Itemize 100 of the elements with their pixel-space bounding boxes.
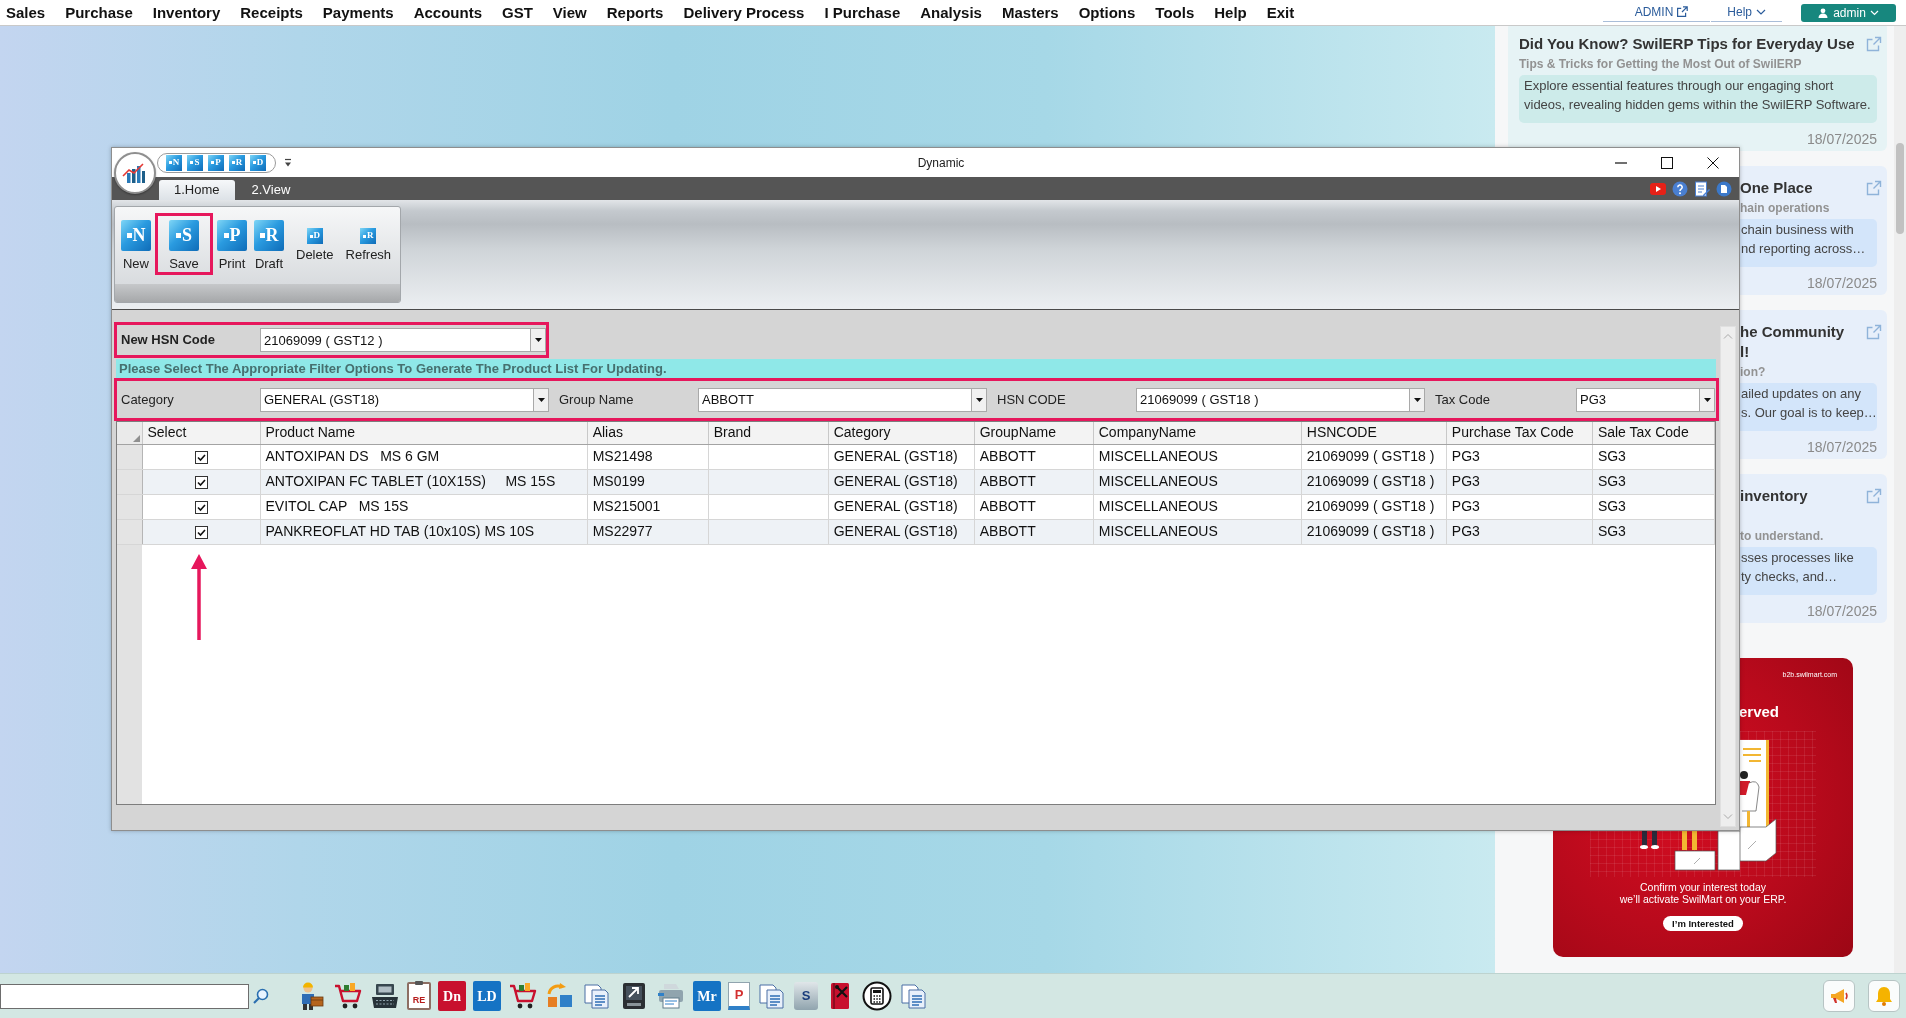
news-subtitle: hain operations — [1740, 200, 1830, 217]
menu-item[interactable]: Payments — [312, 2, 404, 23]
news-card[interactable] — [1508, 26, 1887, 151]
search-icon[interactable] — [253, 988, 269, 1004]
clipboard-icon[interactable]: RE — [407, 982, 431, 1010]
search-field[interactable] — [0, 983, 249, 1009]
column-header[interactable]: HSNCODE — [1301, 422, 1447, 444]
column-header[interactable]: Select — [142, 422, 261, 444]
table-cell: PG3 — [1446, 494, 1593, 519]
tab[interactable]: 2.View — [236, 180, 306, 200]
menu-item[interactable]: Options — [1068, 2, 1146, 23]
field-label: Group Name — [559, 390, 634, 409]
scroll-thumb[interactable] — [1896, 143, 1904, 234]
ribbon-button[interactable]: R Refresh — [342, 213, 395, 266]
ribbon-button[interactable]: R Draft — [251, 213, 287, 275]
menu-item[interactable]: Inventory — [142, 2, 231, 23]
scrollbar[interactable] — [1894, 26, 1906, 973]
documents-icon[interactable] — [899, 981, 929, 1011]
menu-item[interactable]: I Purchase — [814, 2, 911, 23]
customize-icon[interactable] — [284, 157, 292, 168]
menu-item[interactable]: Analysis — [910, 2, 992, 23]
dropdown-button[interactable] — [1699, 387, 1715, 412]
letter-tile-icon[interactable]: LD — [473, 981, 501, 1011]
table-cell: ABBOTT — [974, 494, 1094, 519]
help-icon[interactable] — [1672, 180, 1688, 197]
menu-item[interactable]: Exit — [1256, 2, 1305, 23]
news-date: 18/07/2025 — [1806, 131, 1877, 147]
news-date: 18/07/2025 — [1806, 439, 1877, 455]
table-cell: SG3 — [1592, 494, 1715, 519]
menu-item[interactable]: GST — [492, 2, 543, 23]
tab[interactable]: 1.Home — [159, 180, 235, 200]
news-subtitle: Tips & Tricks for Getting the Most Out of SwilERP — [1519, 56, 1802, 73]
table-cell: SG3 — [1592, 469, 1715, 494]
menu-item[interactable]: Sales — [0, 2, 56, 23]
letter-tile-icon[interactable]: Dn — [438, 981, 466, 1011]
letter-tile-icon[interactable]: Mr — [693, 981, 721, 1011]
column-header[interactable]: Alias — [587, 422, 709, 444]
dropdown-button[interactable] — [530, 328, 546, 352]
menu-item[interactable]: Help — [1204, 2, 1257, 23]
combo-field[interactable]: ABBOTT — [698, 387, 971, 412]
interested-button[interactable]: I’m Interested — [1663, 916, 1743, 931]
dropdown-button[interactable] — [533, 387, 549, 412]
menu-item[interactable]: Delivery Process — [673, 2, 815, 23]
calculator-icon[interactable] — [862, 981, 892, 1011]
play-icon[interactable] — [1650, 180, 1666, 197]
documents-icon[interactable] — [582, 981, 612, 1011]
ribbon-button[interactable]: D Delete — [293, 213, 337, 266]
table-cell: MS0199 — [587, 469, 709, 494]
documents-icon[interactable] — [757, 981, 787, 1011]
stack-icon[interactable]: S — [794, 982, 818, 1010]
cart-icon[interactable] — [333, 981, 363, 1011]
menu-item[interactable]: Purchase — [55, 2, 143, 23]
corner-cell[interactable] — [117, 422, 142, 444]
column-header[interactable]: Purchase Tax Code — [1446, 422, 1593, 444]
column-header[interactable]: Brand — [708, 422, 829, 444]
menu-item[interactable]: Masters — [991, 2, 1069, 23]
column-header[interactable]: Product Name — [260, 422, 588, 444]
promo-text: Confirm your interest today — [1639, 881, 1767, 893]
letter-tile-icon: P — [217, 220, 247, 251]
column-header[interactable]: CompanyName — [1093, 422, 1302, 444]
help-link[interactable]: Help — [1711, 3, 1782, 22]
table-cell: ABBOTT — [974, 469, 1094, 494]
ribbon-button[interactable]: S Save — [155, 213, 213, 275]
combo-field[interactable]: 21069099 ( GST12 ) — [260, 328, 530, 352]
combo-field[interactable]: 21069099 ( GST18 ) — [1136, 387, 1409, 412]
field-label: Tax Code — [1435, 390, 1490, 409]
table-cell: PG3 — [1446, 469, 1593, 494]
page-icon[interactable] — [1716, 180, 1732, 197]
cart-icon[interactable] — [508, 981, 538, 1011]
dropdown-button[interactable] — [971, 387, 987, 412]
document-icon[interactable]: P — [728, 982, 750, 1010]
dropdown-button[interactable] — [1409, 387, 1425, 412]
ribbon-button[interactable]: N New — [118, 213, 154, 275]
column-header[interactable]: GroupName — [974, 422, 1094, 444]
ribbon-button[interactable]: P Print — [214, 213, 250, 275]
register-icon[interactable] — [370, 981, 400, 1011]
select-checkbox[interactable] — [194, 500, 208, 514]
select-checkbox[interactable] — [194, 525, 208, 539]
table-cell: MS215001 — [587, 494, 709, 519]
table-cell: MS21498 — [587, 444, 709, 469]
menu-item[interactable]: Reports — [596, 2, 674, 23]
news-description: ailed updates on any — [1741, 385, 1861, 403]
printer-icon[interactable] — [656, 981, 686, 1011]
maximize-icon — [1661, 156, 1673, 169]
table-cell: GENERAL (GST18) — [828, 519, 975, 544]
select-checkbox[interactable] — [194, 475, 208, 489]
column-header[interactable]: Category — [828, 422, 975, 444]
table-cell: 21069099 ( GST18 ) — [1301, 519, 1447, 544]
note-icon[interactable] — [1694, 180, 1710, 197]
news-description: ty checks, and… — [1741, 568, 1838, 586]
user-menu-button[interactable]: admin — [1801, 3, 1896, 22]
admin-link[interactable]: ADMIN — [1602, 3, 1711, 22]
combo-field[interactable]: GENERAL (GST18) — [260, 387, 533, 412]
menu-item[interactable]: Tools — [1145, 2, 1205, 23]
menu-item[interactable]: Receipts — [230, 2, 313, 23]
column-header[interactable]: Sale Tax Code — [1592, 422, 1715, 444]
combo-field[interactable]: PG3 — [1576, 387, 1699, 412]
select-checkbox[interactable] — [194, 450, 208, 464]
menu-item[interactable]: View — [542, 2, 597, 23]
menu-item[interactable]: Accounts — [403, 2, 492, 23]
